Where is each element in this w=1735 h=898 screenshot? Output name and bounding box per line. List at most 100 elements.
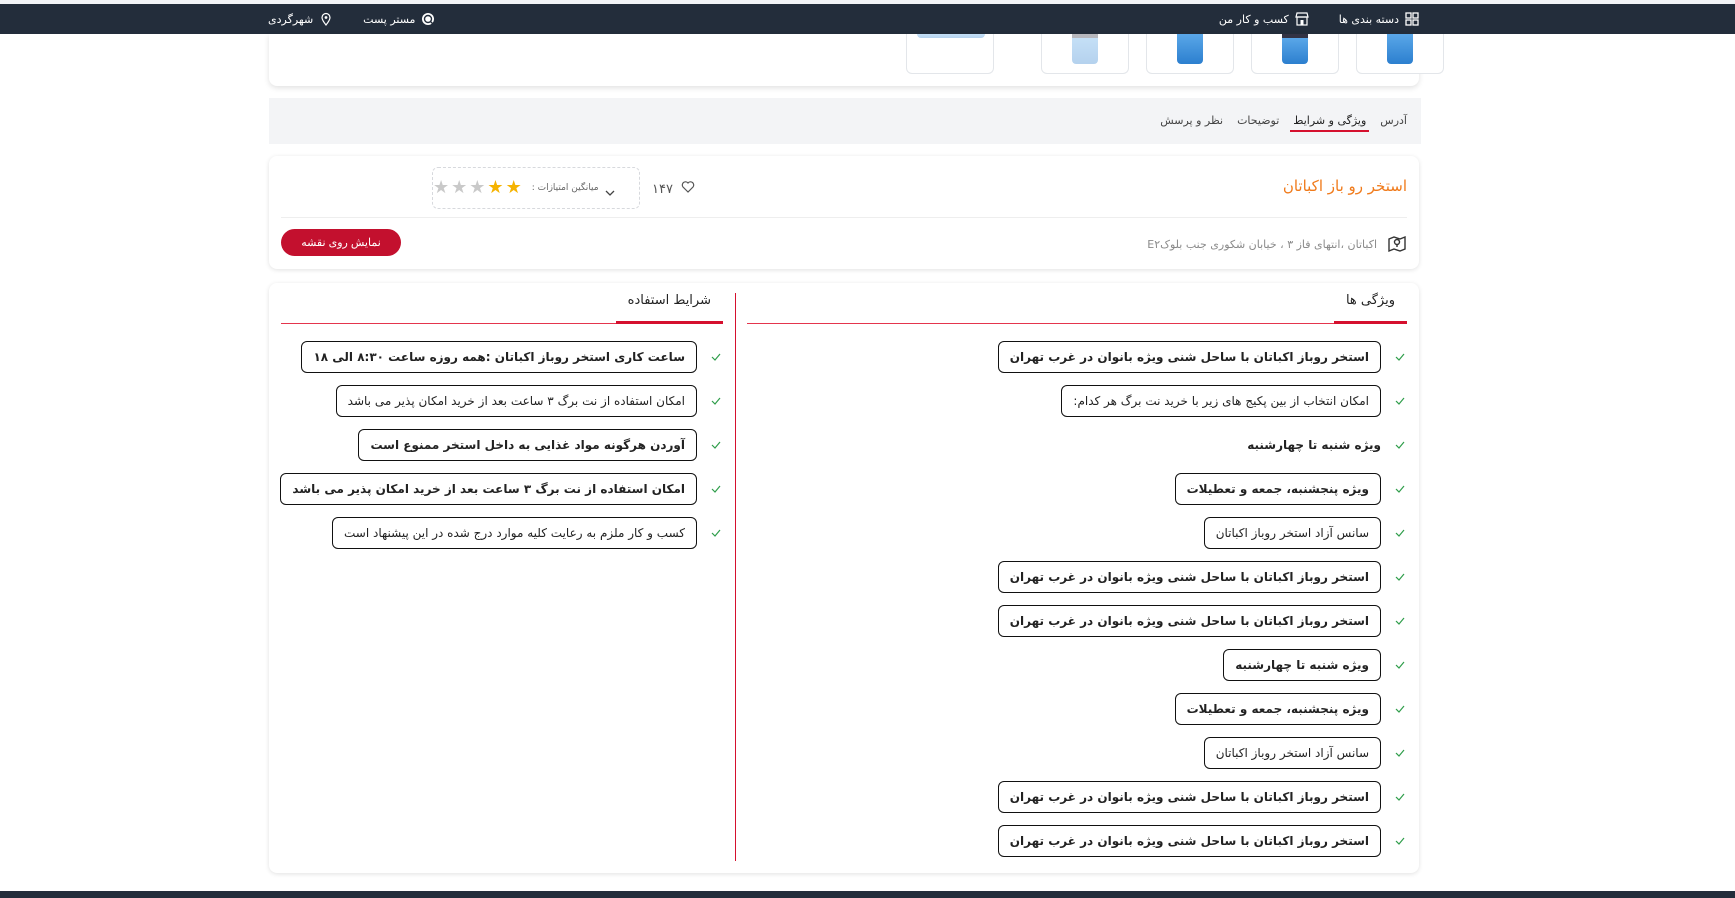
place-title: استخر رو باز اکباتان bbox=[1282, 177, 1407, 195]
star-icon: ★ bbox=[469, 177, 486, 198]
check-icon bbox=[1395, 352, 1405, 362]
feature-item: ویژه شنبه تا چهارشنبه bbox=[747, 429, 1407, 461]
feature-item: ویژه پنجشنبه، جمعه و تعطیلات bbox=[747, 473, 1407, 505]
terms-heading: شرایط استفاده bbox=[615, 283, 723, 324]
feature-text: امکان انتخاب از بین پکیج های زیر با خرید… bbox=[1061, 385, 1381, 417]
check-icon bbox=[711, 352, 721, 362]
gallery-thumbnail[interactable] bbox=[1041, 34, 1129, 74]
term-item: امکان استفاده از نت برگ ۳ ساعت بعد از خر… bbox=[281, 385, 723, 417]
feature-text: استخر روباز اکباتان با ساحل شنی ویژه بان… bbox=[997, 825, 1381, 857]
term-text: ساعت کاری استخر روباز اکباتان :همه روزه … bbox=[301, 341, 697, 373]
feature-item: سانس آزاد استخر روباز اکباتان bbox=[747, 737, 1407, 769]
tab-features-terms[interactable]: ویژگی و شرایط bbox=[1290, 98, 1370, 144]
feature-text: ویژه پنجشنبه، جمعه و تعطیلات bbox=[1174, 693, 1381, 725]
tab-description[interactable]: توضیحات bbox=[1237, 98, 1279, 144]
term-item: کسب و کار ملزم به رعایت کلیه موارد درج ش… bbox=[281, 517, 723, 549]
divider bbox=[281, 217, 1407, 218]
feature-item: سانس آزاد استخر روباز اکباتان bbox=[747, 517, 1407, 549]
feature-item: ویژه پنجشنبه، جمعه و تعطیلات bbox=[747, 693, 1407, 725]
place-info-card: استخر رو باز اکباتان ۱۴۷ میانگین امتیازا… bbox=[269, 156, 1419, 269]
features-list: استخر روباز اکباتان با ساحل شنی ویژه بان… bbox=[747, 341, 1407, 869]
gallery-thumbnail[interactable] bbox=[1251, 34, 1339, 74]
gallery-thumbnail[interactable] bbox=[1356, 34, 1444, 74]
check-icon bbox=[711, 440, 721, 450]
address-line: اکباتان ،انتهای فاز ۳ ، خیابان شکوری جنب… bbox=[1147, 233, 1407, 256]
check-icon bbox=[1395, 396, 1405, 406]
term-text: آوردن هرگونه مواد غذایی به داخل استخر مم… bbox=[358, 429, 697, 461]
post-icon[interactable] bbox=[421, 12, 435, 26]
feature-item: استخر روباز اکباتان با ساحل شنی ویژه بان… bbox=[747, 781, 1407, 813]
features-terms-card: ویژگی ها استخر روباز اکباتان با ساحل شنی… bbox=[269, 283, 1419, 873]
rating-stars: ★ ★ ★ ★ ★ bbox=[433, 179, 522, 197]
feature-item: استخر روباز اکباتان با ساحل شنی ویژه بان… bbox=[747, 341, 1407, 373]
heart-icon[interactable] bbox=[681, 180, 695, 198]
check-icon bbox=[1395, 528, 1405, 538]
thumbnail-image bbox=[1282, 34, 1308, 64]
term-item: آوردن هرگونه مواد غذایی به داخل استخر مم… bbox=[281, 429, 723, 461]
city-tour-link[interactable]: شهرگردی bbox=[268, 13, 313, 26]
feature-text: ویژه شنبه تا چهارشنبه bbox=[1223, 649, 1381, 681]
topbar-right-group: دسته بندی ها کسب و کار من bbox=[1219, 12, 1419, 26]
star-icon: ★ bbox=[433, 177, 450, 198]
topbar-left-group: مستر پست شهرگردی bbox=[268, 12, 435, 26]
location-pin-icon[interactable] bbox=[319, 12, 333, 26]
show-on-map-button[interactable]: نمایش روی نقشه bbox=[281, 229, 401, 256]
gallery-thumbnail[interactable] bbox=[906, 34, 994, 74]
thumbnail-image bbox=[1387, 34, 1413, 64]
store-icon[interactable] bbox=[1294, 12, 1309, 26]
grid-icon[interactable] bbox=[1405, 12, 1419, 26]
terms-list: ساعت کاری استخر روباز اکباتان :همه روزه … bbox=[280, 341, 723, 561]
thumbnail-image bbox=[1177, 34, 1203, 64]
term-text: امکان استفاده از نت برگ ۳ ساعت بعد از خر… bbox=[280, 473, 697, 505]
check-icon bbox=[1395, 572, 1405, 582]
feature-text: ویژه پنجشنبه، جمعه و تعطیلات bbox=[1174, 473, 1381, 505]
feature-item: امکان انتخاب از بین پکیج های زیر با خرید… bbox=[747, 385, 1407, 417]
tab-address[interactable]: آدرس bbox=[1380, 98, 1407, 144]
footer-strip bbox=[0, 891, 1735, 898]
terms-header: شرایط استفاده bbox=[281, 283, 723, 324]
like-counter[interactable]: ۱۴۷ bbox=[652, 180, 695, 198]
thumbnail-image bbox=[1072, 34, 1098, 64]
section-tabs-bar: آدرس ویژگی و شرایط توضیحات نظر و پرسش bbox=[269, 98, 1421, 144]
column-divider bbox=[735, 293, 736, 861]
term-item: امکان استفاده از نت برگ ۳ ساعت بعد از خر… bbox=[280, 473, 723, 505]
check-icon bbox=[1395, 484, 1405, 494]
feature-item: استخر روباز اکباتان با ساحل شنی ویژه بان… bbox=[747, 605, 1407, 637]
star-icon: ★ bbox=[451, 177, 468, 198]
tab-comments[interactable]: نظر و پرسش bbox=[1160, 98, 1223, 144]
like-count: ۱۴۷ bbox=[652, 181, 673, 197]
feature-text: استخر روباز اکباتان با ساحل شنی ویژه بان… bbox=[997, 341, 1381, 373]
feature-item: ویژه شنبه تا چهارشنبه bbox=[747, 649, 1407, 681]
check-icon bbox=[1395, 704, 1405, 714]
feature-item: استخر روباز اکباتان با ساحل شنی ویژه بان… bbox=[747, 825, 1407, 857]
feature-text: سانس آزاد استخر روباز اکباتان bbox=[1203, 517, 1381, 549]
terms-column: شرایط استفاده ساعت کاری استخر روباز اکبا… bbox=[280, 283, 723, 873]
star-icon: ★ bbox=[487, 177, 504, 198]
check-icon bbox=[711, 396, 721, 406]
star-icon: ★ bbox=[505, 177, 522, 198]
chevron-down-icon bbox=[605, 183, 615, 196]
check-icon bbox=[1395, 836, 1405, 846]
check-icon bbox=[1395, 616, 1405, 626]
post-link[interactable]: مستر پست bbox=[363, 13, 415, 26]
map-location-icon bbox=[1387, 233, 1407, 256]
gallery-thumbnail[interactable] bbox=[1146, 34, 1234, 74]
rating-dropdown[interactable]: میانگین امتیازات : ★ ★ ★ ★ ★ bbox=[432, 167, 640, 209]
feature-text: استخر روباز اکباتان با ساحل شنی ویژه بان… bbox=[997, 561, 1381, 593]
term-text: کسب و کار ملزم به رعایت کلیه موارد درج ش… bbox=[331, 517, 697, 549]
check-icon bbox=[711, 528, 721, 538]
image-gallery-strip bbox=[269, 34, 1444, 86]
feature-text: سانس آزاد استخر روباز اکباتان bbox=[1203, 737, 1381, 769]
top-navigation-bar: دسته بندی ها کسب و کار من مستر پست شهرگر… bbox=[0, 0, 1735, 34]
term-item: ساعت کاری استخر روباز اکباتان :همه روزه … bbox=[281, 341, 723, 373]
feature-text: ویژه شنبه تا چهارشنبه bbox=[1247, 438, 1381, 452]
categories-link[interactable]: دسته بندی ها bbox=[1339, 13, 1399, 26]
check-icon bbox=[1395, 660, 1405, 670]
term-text: امکان استفاده از نت برگ ۳ ساعت بعد از خر… bbox=[335, 385, 697, 417]
my-business-link[interactable]: کسب و کار من bbox=[1219, 13, 1289, 26]
features-heading: ویژگی ها bbox=[1333, 283, 1407, 324]
feature-text: استخر روباز اکباتان با ساحل شنی ویژه بان… bbox=[997, 781, 1381, 813]
feature-text: استخر روباز اکباتان با ساحل شنی ویژه بان… bbox=[997, 605, 1381, 637]
address-text: اکباتان ،انتهای فاز ۳ ، خیابان شکوری جنب… bbox=[1147, 238, 1377, 251]
check-icon bbox=[1395, 792, 1405, 802]
